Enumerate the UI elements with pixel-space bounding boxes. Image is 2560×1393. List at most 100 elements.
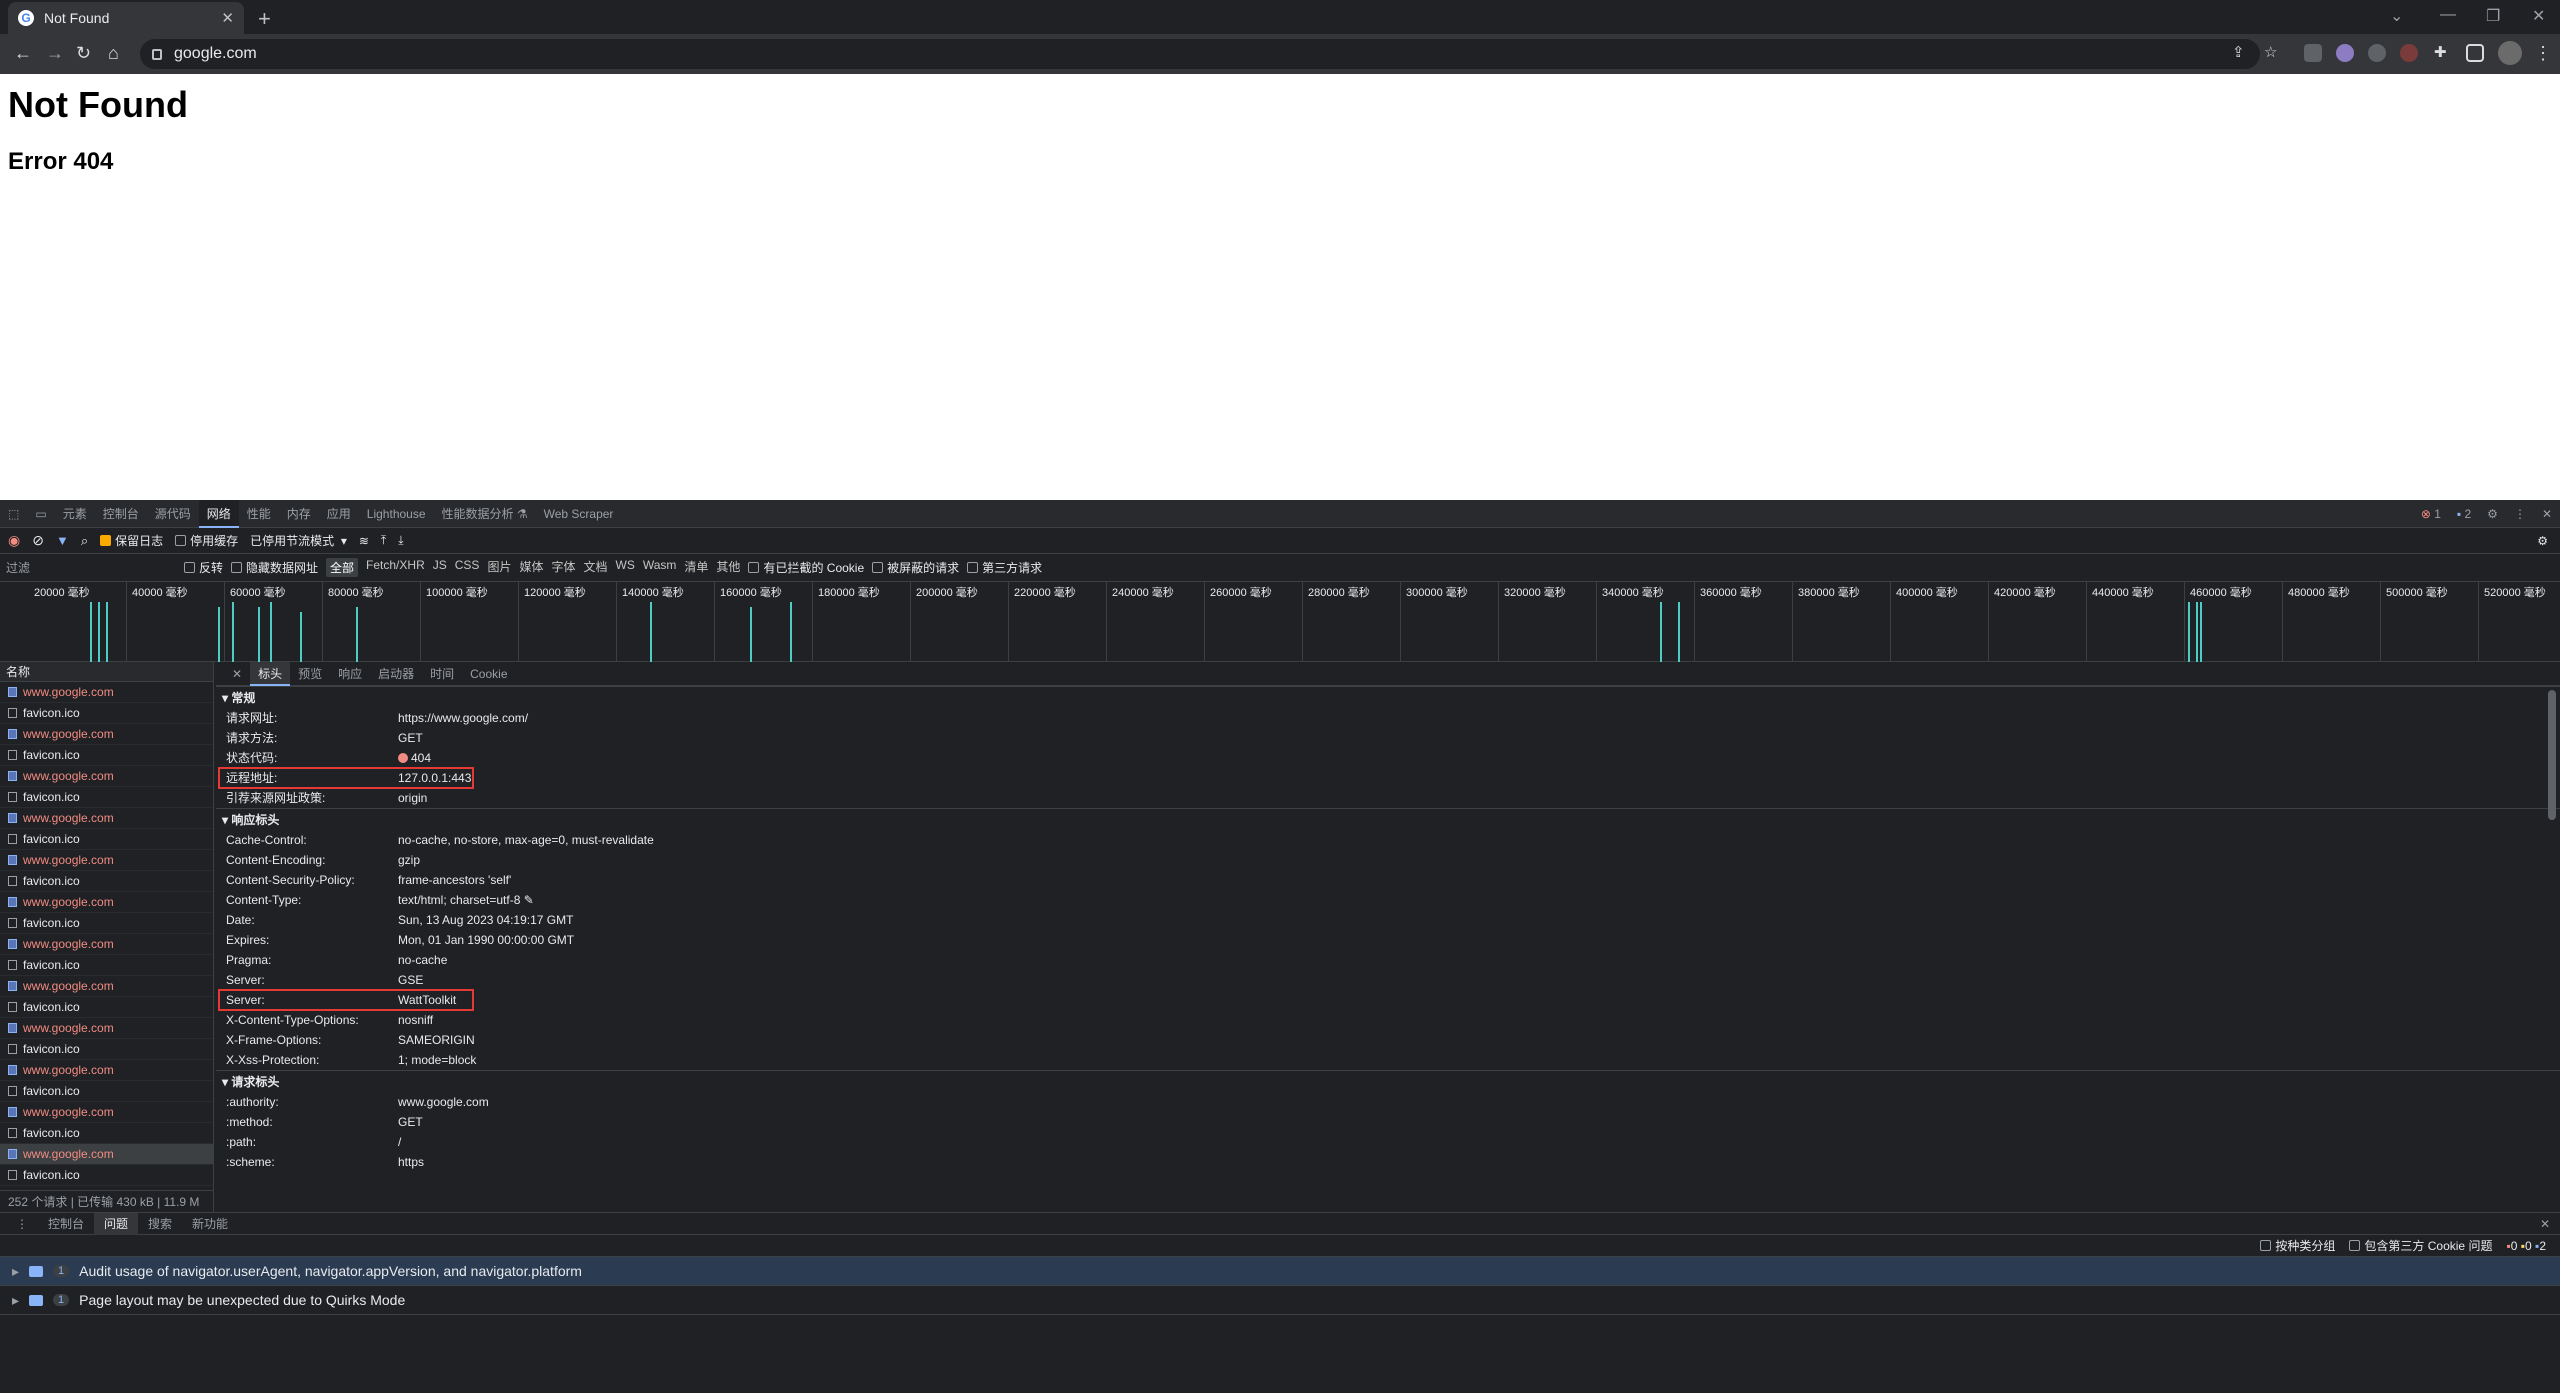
detail-tab-2[interactable]: 响应 <box>330 662 370 686</box>
drawer-tab-2[interactable]: 搜索 <box>138 1213 182 1235</box>
settings-gear-icon[interactable]: ⚙ <box>2479 500 2506 528</box>
devtools-tab-0[interactable]: 元素 <box>55 500 95 528</box>
restore-icon[interactable]: ❐ <box>2486 6 2500 26</box>
type-filter-5[interactable]: 媒体 <box>519 558 543 577</box>
request-row[interactable]: www.google.com <box>0 850 213 871</box>
new-tab-button[interactable]: + <box>258 6 271 32</box>
group-by-kind-checkbox[interactable]: 按种类分组 <box>2260 1237 2335 1254</box>
type-filter-3[interactable]: CSS <box>455 558 480 577</box>
request-row[interactable]: favicon.ico <box>0 871 213 892</box>
devtools-tab-3[interactable]: 网络 <box>198 499 239 528</box>
type-filter-4[interactable]: 图片 <box>487 558 511 577</box>
devtools-tab-4[interactable]: 性能 <box>239 500 279 528</box>
blocked-cookies-checkbox[interactable]: 有已拦截的 Cookie <box>748 559 864 576</box>
blocked-requests-checkbox[interactable]: 被屏蔽的请求 <box>872 559 959 576</box>
network-conditions-icon[interactable]: ≋ <box>359 534 369 548</box>
type-filter-0[interactable]: 全部 <box>326 558 359 577</box>
device-toggle-icon[interactable]: ▭ <box>27 500 54 528</box>
forward-icon[interactable]: → <box>46 43 64 64</box>
response-headers-section-header[interactable]: ▾ 响应标头 <box>216 808 2560 830</box>
hide-data-urls-checkbox[interactable]: 隐藏数据网址 <box>231 559 318 576</box>
extension-gray-icon[interactable] <box>2368 44 2386 62</box>
drawer-close-icon[interactable]: ✕ <box>2530 1213 2560 1235</box>
devtools-tab-6[interactable]: 应用 <box>319 500 359 528</box>
request-row[interactable]: favicon.ico <box>0 913 213 934</box>
reload-icon[interactable]: ↻ <box>76 43 91 64</box>
minimize-icon[interactable]: — <box>2440 6 2456 24</box>
invert-checkbox[interactable]: 反转 <box>184 559 223 576</box>
import-har-icon[interactable]: ⤒ <box>381 533 386 548</box>
request-row[interactable]: favicon.ico <box>0 1165 213 1186</box>
devtools-menu-icon[interactable]: ⋮ <box>2506 500 2534 528</box>
menu-kebab-icon[interactable]: ⋮ <box>2534 43 2552 64</box>
type-filter-11[interactable]: 其他 <box>716 558 740 577</box>
detail-tab-1[interactable]: 预览 <box>290 662 330 686</box>
include-third-party-checkbox[interactable]: 包含第三方 Cookie 问题 <box>2349 1237 2492 1254</box>
request-row[interactable]: favicon.ico <box>0 829 213 850</box>
devtools-tab-2[interactable]: 源代码 <box>147 500 199 528</box>
devtools-tab-8[interactable]: 性能数据分析 ⚗ <box>434 500 536 528</box>
issue-row[interactable]: ▸ 1 Audit usage of navigator.userAgent, na… <box>0 1257 2560 1286</box>
tab-search-icon[interactable]: ⌄ <box>2390 6 2403 26</box>
devtools-tab-9[interactable]: Web Scraper <box>536 500 622 528</box>
devtools-tab-1[interactable]: 控制台 <box>95 500 147 528</box>
share-icon[interactable]: ⇪ <box>2232 43 2245 61</box>
side-panel-icon[interactable] <box>2466 44 2484 62</box>
drawer-tab-0[interactable]: 控制台 <box>38 1213 94 1235</box>
lock-icon[interactable] <box>152 48 162 60</box>
type-filter-2[interactable]: JS <box>433 558 447 577</box>
drawer-tab-1[interactable]: 问题 <box>94 1212 139 1235</box>
request-row[interactable]: favicon.ico <box>0 1039 213 1060</box>
type-filter-1[interactable]: Fetch/XHR <box>366 558 425 577</box>
detail-tab-5[interactable]: Cookie <box>462 662 515 686</box>
detail-scrollbar[interactable] <box>2548 690 2556 820</box>
filter-icon[interactable]: ▼ <box>56 533 69 548</box>
expand-chevron-icon[interactable]: ▸ <box>12 1292 19 1309</box>
record-icon[interactable]: ◉ <box>8 532 20 549</box>
type-filter-6[interactable]: 字体 <box>551 558 575 577</box>
request-row[interactable]: favicon.ico <box>0 745 213 766</box>
devtools-close-icon[interactable]: ✕ <box>2534 500 2560 528</box>
inspect-element-icon[interactable]: ⬚ <box>0 500 27 528</box>
request-row[interactable]: favicon.ico <box>0 997 213 1018</box>
window-close-icon[interactable]: ✕ <box>2532 6 2545 26</box>
error-count-badge[interactable]: ⊗ 1 <box>2413 500 2449 528</box>
extensions-puzzle-icon[interactable]: ✚ <box>2434 43 2447 61</box>
request-row[interactable]: www.google.com <box>0 682 213 703</box>
expand-chevron-icon[interactable]: ▸ <box>12 1263 19 1280</box>
extension-red-icon[interactable] <box>2400 44 2418 62</box>
filter-input[interactable]: 过滤 <box>6 559 176 576</box>
request-row[interactable]: favicon.ico <box>0 703 213 724</box>
request-row[interactable]: favicon.ico <box>0 955 213 976</box>
request-row[interactable]: www.google.com <box>0 1102 213 1123</box>
third-party-checkbox[interactable]: 第三方请求 <box>967 559 1042 576</box>
drawer-tab-3[interactable]: 新功能 <box>182 1213 238 1235</box>
message-count-badge[interactable]: ▪ 2 <box>2449 500 2479 528</box>
request-headers-section-header[interactable]: ▾ 请求标头 <box>216 1070 2560 1092</box>
request-row[interactable]: www.google.com <box>0 1144 213 1165</box>
profile-avatar[interactable] <box>2498 41 2522 65</box>
request-row[interactable]: www.google.com <box>0 766 213 787</box>
request-row[interactable]: www.google.com <box>0 724 213 745</box>
request-row[interactable]: www.google.com <box>0 934 213 955</box>
clear-icon[interactable]: ⊘ <box>32 532 44 549</box>
network-overview-timeline[interactable]: 20000 毫秒 40000 毫秒 60000 毫秒 80000 毫秒 100000 毫… <box>0 582 2560 662</box>
detail-close-icon[interactable]: ✕ <box>224 662 250 686</box>
issue-row[interactable]: ▸ 1 Page layout may be unexpected due to Q… <box>0 1286 2560 1315</box>
name-column-header[interactable]: 名称 <box>0 662 213 682</box>
browser-tab[interactable]: G Not Found ✕ <box>8 2 244 34</box>
address-bar[interactable]: google.com <box>140 39 2260 69</box>
bookmark-star-icon[interactable]: ☆ <box>2264 43 2277 61</box>
drawer-menu-icon[interactable]: ⋮ <box>6 1213 38 1235</box>
request-row[interactable]: www.google.com <box>0 808 213 829</box>
type-filter-9[interactable]: Wasm <box>643 558 677 577</box>
detail-tab-0[interactable]: 标头 <box>250 661 291 686</box>
request-row[interactable]: www.google.com <box>0 1060 213 1081</box>
extension-badge-icon[interactable] <box>2304 44 2322 62</box>
type-filter-10[interactable]: 清单 <box>684 558 708 577</box>
devtools-tab-7[interactable]: Lighthouse <box>359 500 434 528</box>
request-row[interactable]: www.google.com <box>0 892 213 913</box>
devtools-tab-5[interactable]: 内存 <box>279 500 319 528</box>
request-row[interactable]: favicon.ico <box>0 1123 213 1144</box>
back-icon[interactable]: ← <box>14 43 32 64</box>
